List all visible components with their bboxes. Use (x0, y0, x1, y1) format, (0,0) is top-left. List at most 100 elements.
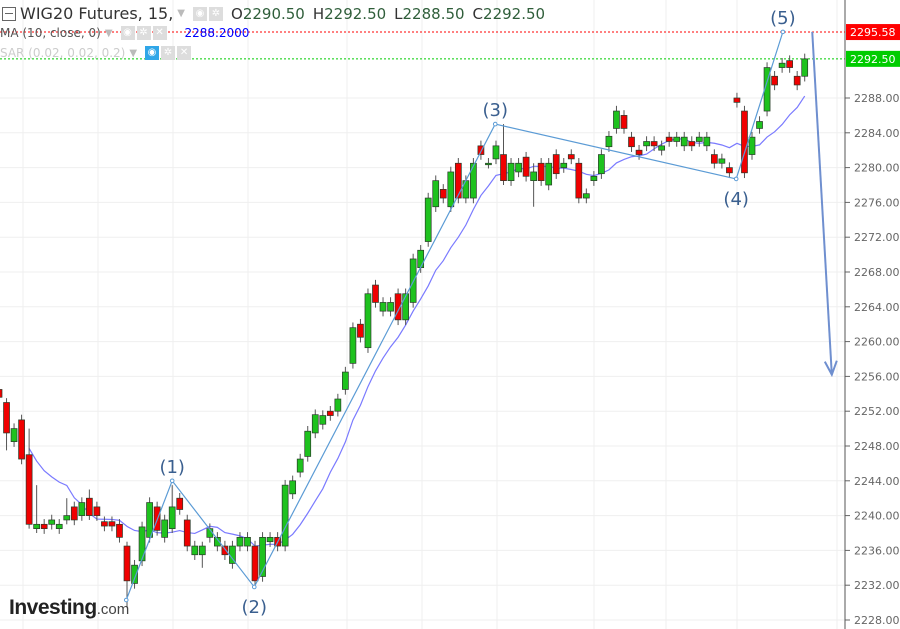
candle-body (515, 162, 522, 173)
candle-body (575, 162, 583, 199)
candle-body (402, 293, 409, 321)
y-tick-label: 2232.00 (854, 579, 900, 592)
candle (3, 398, 10, 451)
candle (198, 541, 206, 568)
candle-body (304, 430, 312, 457)
candle-body (191, 545, 199, 556)
chevron-down-icon[interactable]: ▼ (129, 48, 137, 59)
ma-value: 2288.2000 (184, 26, 250, 40)
candle-body (733, 97, 741, 103)
candle-body (116, 523, 123, 538)
candle (485, 158, 492, 169)
candle-body (673, 136, 681, 142)
candle (741, 105, 748, 179)
gear-icon[interactable]: ✲ (161, 46, 176, 60)
candle-body (63, 515, 71, 521)
candle-body (326, 410, 334, 416)
candle (372, 279, 379, 308)
candle-body (221, 545, 229, 556)
candle-body (123, 545, 131, 582)
candle (628, 131, 635, 152)
candle (326, 405, 334, 421)
candle-body (530, 171, 537, 181)
candle (575, 158, 583, 204)
candle-body (688, 141, 696, 147)
y-tick-label: 2288.00 (854, 92, 900, 105)
candle-body (454, 162, 462, 199)
collapse-legend-icon[interactable] (2, 6, 16, 21)
elliott-wave-line (125, 31, 784, 601)
close-icon[interactable]: ✕ (177, 46, 192, 60)
candle (620, 110, 628, 134)
candle-body (18, 419, 25, 460)
ma-indicator-label[interactable]: MA (10, close, 0) (0, 26, 101, 40)
candle (567, 149, 575, 165)
moving-average-line (28, 95, 806, 547)
candle (613, 105, 620, 134)
candle (522, 151, 530, 182)
y-tick-label: 2240.00 (854, 510, 900, 523)
candle-body (741, 110, 748, 174)
forecast-arrow-line (811, 31, 833, 375)
eye-icon[interactable]: ◉ (145, 46, 160, 60)
gear-icon[interactable]: ✲ (136, 26, 151, 40)
wave-label: (1) (159, 457, 185, 478)
candle (55, 519, 63, 534)
eye-icon[interactable]: ◉ (193, 6, 207, 21)
candle-body (372, 284, 379, 303)
candle (605, 131, 613, 152)
y-tick-label: 2248.00 (854, 440, 900, 453)
candle (18, 414, 25, 465)
candle (319, 410, 327, 430)
wave-label: (4) (723, 189, 749, 210)
price-chart[interactable]: 2288.00 2284.00 2280.00 2276.00 2272.00 2268.… (0, 0, 900, 629)
candle (63, 498, 71, 525)
sar-indicator-label[interactable]: SAR (0.02, 0.02, 0.2) (0, 46, 125, 60)
candle-body (251, 545, 259, 582)
candle (680, 131, 688, 152)
candle (492, 140, 500, 165)
candle (417, 245, 425, 273)
chevron-down-icon[interactable]: ▼ (177, 8, 185, 19)
candle-body (70, 506, 78, 521)
candle (703, 131, 711, 152)
candle (560, 158, 568, 173)
candle-body (108, 521, 116, 527)
candle (334, 393, 342, 417)
candle-body (650, 141, 658, 147)
candle (515, 158, 522, 178)
candle-body (522, 156, 530, 177)
wave-label: (5) (770, 8, 796, 29)
candle-body (748, 136, 756, 155)
eye-icon[interactable]: ◉ (120, 26, 135, 40)
ohlc-open: O2290.50 (231, 4, 305, 23)
candle-body (470, 162, 477, 199)
candle (552, 149, 560, 179)
candle (78, 497, 86, 521)
y-tick-label: 2276.00 (854, 196, 900, 209)
candle (0, 389, 3, 398)
chevron-down-icon[interactable]: ▼ (105, 28, 113, 39)
candle (296, 453, 304, 478)
candle (673, 131, 681, 147)
candle (786, 55, 794, 73)
candle-body (176, 497, 184, 510)
candle (289, 475, 297, 500)
candle-body (613, 110, 620, 129)
candle-body (447, 171, 455, 208)
candle (710, 149, 718, 169)
candle-body (598, 154, 605, 175)
candle (793, 71, 801, 91)
candle (439, 184, 447, 204)
wave-point (251, 584, 257, 590)
candle-body (40, 523, 48, 529)
candle-body (146, 502, 153, 538)
candle-body (168, 506, 176, 529)
candle-body (138, 526, 146, 562)
candle-body (78, 502, 86, 516)
close-icon[interactable]: ✕ (152, 26, 167, 40)
candle-body (244, 536, 251, 547)
y-tick-label: 2228.00 (854, 614, 900, 627)
gear-icon[interactable]: ✲ (209, 6, 223, 21)
candle-body (334, 398, 342, 412)
